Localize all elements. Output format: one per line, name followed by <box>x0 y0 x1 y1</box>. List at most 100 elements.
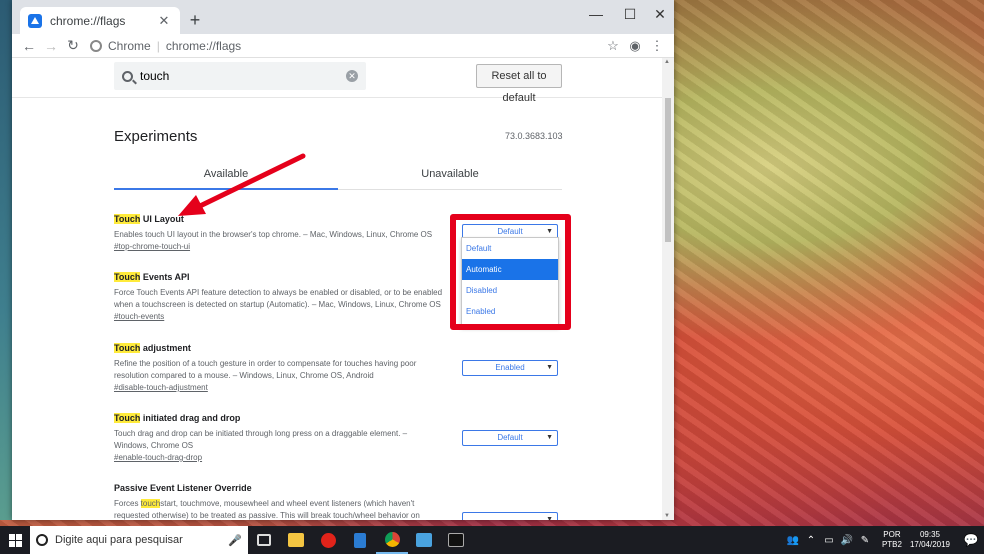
experiment-description: Forces touchstart, touchmove, mousewheel… <box>114 498 444 520</box>
file-explorer-button[interactable] <box>280 526 312 554</box>
tab-close-icon[interactable]: ✕ <box>156 13 172 29</box>
browser-tab[interactable]: chrome://flags ✕ <box>20 7 180 34</box>
taskbar-clock[interactable]: 09:35 17/04/2019 <box>910 530 950 550</box>
document-icon <box>354 532 366 548</box>
experiment-description: Enables touch UI layout in the browser's… <box>114 230 433 239</box>
document-app-button[interactable] <box>344 526 376 554</box>
taskbar-search[interactable]: Digite aqui para pesquisar 🎤 <box>30 526 248 554</box>
omnibox-separator: | <box>156 38 160 53</box>
description-line-2: resolution compared to a mouse. – Window… <box>114 371 374 380</box>
account-icon[interactable]: ◉ <box>624 38 646 54</box>
red-highlight-box <box>450 214 571 330</box>
search-match-highlight: Touch <box>114 272 141 282</box>
microphone-icon[interactable]: 🎤 <box>228 534 242 547</box>
experiment-link[interactable]: #enable-touch-drag-drop <box>114 453 444 462</box>
windows-taskbar: Digite aqui para pesquisar 🎤 👥 ⌃ ▭ 🔊 ✎ P… <box>0 526 984 554</box>
title-bar: chrome://flags ✕ + — ☐ ✕ <box>12 0 674 34</box>
touch-adjustment-select[interactable]: Enabled ▼ <box>462 360 558 376</box>
experiment-title: Touch adjustment <box>114 343 444 353</box>
passive-listener-select[interactable]: ▼ <box>462 512 558 520</box>
flags-tabs: Available Unavailable <box>114 164 562 190</box>
flags-search-box[interactable]: ✕ <box>114 62 366 90</box>
scrollbar-thumb[interactable] <box>665 98 671 242</box>
terminal-app-button[interactable] <box>440 526 472 554</box>
menu-icon[interactable]: ⋮ <box>646 38 668 54</box>
experiment-title-text: initiated drag and drop <box>140 413 241 423</box>
experiment-title-text: adjustment <box>140 343 191 353</box>
experiment-link[interactable]: #top-chrome-touch-ui <box>114 242 444 251</box>
terminal-icon <box>448 533 464 547</box>
new-tab-button[interactable]: + <box>186 11 204 29</box>
version-label: 73.0.3683.103 <box>505 131 563 141</box>
back-button[interactable]: ← <box>18 38 40 54</box>
experiment-passive-listener: Passive Event Listener Override Forces t… <box>114 483 444 520</box>
close-window-button[interactable]: ✕ <box>646 6 674 23</box>
clear-search-icon[interactable]: ✕ <box>346 70 358 82</box>
minimize-button[interactable]: — <box>582 6 610 22</box>
chrome-taskbar-button[interactable] <box>376 526 408 554</box>
chrome-info-icon[interactable] <box>90 39 102 52</box>
bookmark-star-icon[interactable]: ☆ <box>602 38 624 54</box>
description-line-1: Refine the position of a touch gesture i… <box>114 359 417 368</box>
desktop-edge <box>0 0 12 520</box>
search-match-highlight: Touch <box>114 343 141 353</box>
omnibox-url[interactable]: chrome://flags <box>166 39 241 53</box>
experiment-link[interactable]: #touch-events <box>114 312 444 321</box>
select-value: Enabled <box>495 363 525 372</box>
clock-date: 17/04/2019 <box>909 540 950 549</box>
flags-search-header: ✕ Reset all to default <box>12 58 662 104</box>
photos-app-button[interactable] <box>408 526 440 554</box>
reset-all-button[interactable]: Reset all to default <box>476 64 562 104</box>
experiment-title: Touch UI Layout <box>114 214 444 224</box>
description-line-1: Touch drag and drop can be initiated thr… <box>114 429 408 438</box>
volume-icon[interactable]: 🔊 <box>838 535 856 546</box>
experiment-description: Touch drag and drop can be initiated thr… <box>114 428 444 452</box>
show-hidden-icon[interactable]: ⌃ <box>802 535 820 546</box>
taskbar-search-placeholder: Digite aqui para pesquisar <box>55 534 183 546</box>
experiment-touch-adjustment: Touch adjustment Refine the position of … <box>114 343 444 392</box>
keyboard-layout: PTB2 <box>881 540 902 549</box>
description-line-1b: start, touchmove, mousewheel and wheel e… <box>160 499 415 508</box>
touch-drag-drop-select[interactable]: Default ▼ <box>462 430 558 446</box>
scroll-up-icon[interactable]: ▲ <box>664 59 670 65</box>
page-title: Experiments <box>114 128 198 145</box>
select-value: Default <box>497 433 523 442</box>
reload-button[interactable]: ↻ <box>62 37 84 54</box>
people-icon[interactable]: 👥 <box>784 535 802 546</box>
description-line-2: requested otherwise) to be treated as pa… <box>114 511 420 520</box>
page-scrollbar[interactable]: ▲ ▼ <box>662 58 674 520</box>
browser-toolbar: ← → ↻ Chrome | chrome://flags ☆ ◉ ⋮ <box>12 34 674 58</box>
tab-available[interactable]: Available <box>114 164 338 190</box>
start-button[interactable] <box>0 526 30 554</box>
flags-favicon-icon <box>28 13 42 28</box>
experiment-title: Touch Events API <box>114 272 444 282</box>
task-view-button[interactable] <box>248 526 280 554</box>
network-icon[interactable]: ▭ <box>820 535 838 546</box>
search-match-highlight: touch <box>140 499 161 508</box>
scroll-down-icon[interactable]: ▼ <box>664 513 670 519</box>
search-match-highlight: Touch <box>114 214 141 224</box>
pen-icon[interactable]: ✎ <box>856 535 874 546</box>
photos-icon <box>416 533 432 547</box>
browser-window: chrome://flags ✕ + — ☐ ✕ ← → ↻ Chrome | … <box>12 0 674 520</box>
experiment-link[interactable]: #disable-touch-adjustment <box>114 383 444 392</box>
description-line-2: when a touchscreen is detected on startu… <box>114 300 441 309</box>
notifications-icon[interactable]: 💬 <box>958 533 984 547</box>
tab-unavailable[interactable]: Unavailable <box>338 164 562 189</box>
folder-icon <box>288 533 304 547</box>
forward-button[interactable]: → <box>40 38 62 54</box>
flags-page: ✕ Reset all to default Experiments 73.0.… <box>12 58 662 520</box>
address-bar[interactable]: Chrome | chrome://flags <box>90 36 602 56</box>
experiment-touch-drag-drop: Touch initiated drag and drop Touch drag… <box>114 413 444 462</box>
opera-button[interactable] <box>312 526 344 554</box>
clock-time: 09:35 <box>919 530 940 539</box>
omnibox-chrome-label: Chrome <box>108 38 151 53</box>
experiment-title-text: UI Layout <box>140 214 184 224</box>
input-language[interactable]: POR PTB2 <box>882 530 902 550</box>
experiment-description: Force Touch Events API feature detection… <box>114 287 444 311</box>
flags-search-input[interactable] <box>140 69 346 83</box>
maximize-button[interactable]: ☐ <box>616 6 644 23</box>
experiment-title: Passive Event Listener Override <box>114 483 252 493</box>
language-code: POR <box>883 530 901 539</box>
description-line-2: Windows, Chrome OS <box>114 441 194 450</box>
